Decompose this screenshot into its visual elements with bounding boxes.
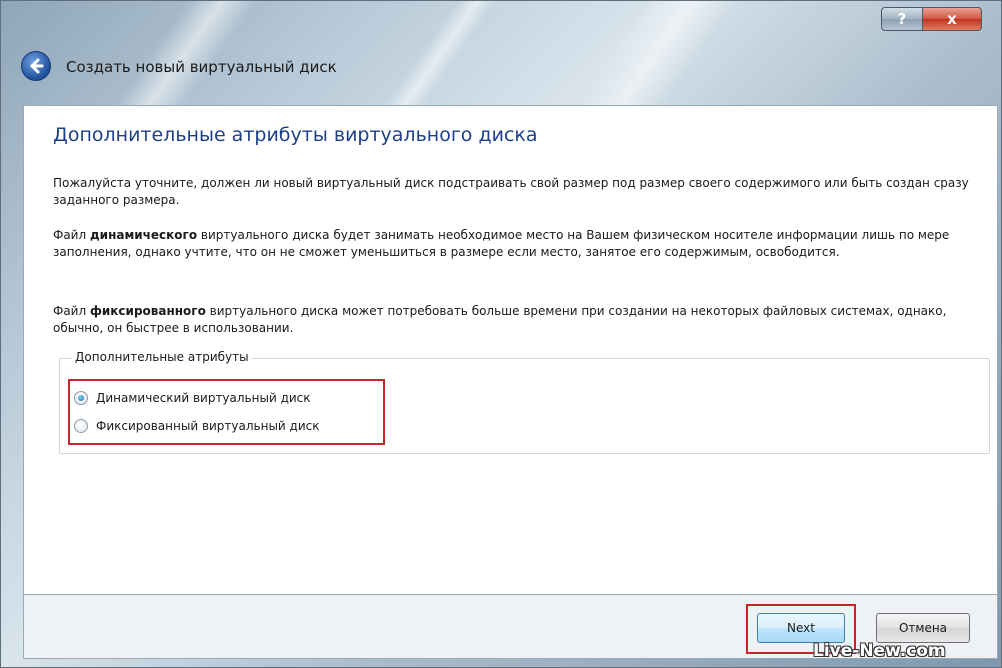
glass-streak xyxy=(384,1,498,105)
page-heading: Дополнительные атрибуты виртуального дис… xyxy=(53,124,538,146)
radio-dynamic-disk[interactable]: Динамический виртуальный диск xyxy=(74,388,311,408)
dynamic-description-paragraph: Файл динамического виртуального диска бу… xyxy=(53,227,973,261)
paragraph-text: Файл xyxy=(53,304,90,318)
glass-streak xyxy=(114,1,258,105)
radio-label-dynamic[interactable]: Динамический виртуальный диск xyxy=(96,391,311,405)
dialog-title: Создать новый виртуальный диск xyxy=(66,58,337,76)
radio-label-fixed[interactable]: Фиксированный виртуальный диск xyxy=(96,419,320,433)
close-button[interactable]: x xyxy=(922,7,982,31)
radio-selected-dot xyxy=(78,395,84,401)
dynamic-keyword: динамического xyxy=(89,228,198,242)
radio-button-selected[interactable] xyxy=(74,391,88,405)
glass-streak xyxy=(574,1,738,105)
description-paragraph: Пожалуйста уточните, должен ли новый вир… xyxy=(53,176,969,207)
title-bar: ? x Создать новый виртуальный диск xyxy=(1,1,1002,105)
fixed-description-paragraph: Файл фиксированного виртуального диска м… xyxy=(53,303,973,337)
radio-button[interactable] xyxy=(74,419,88,433)
next-button[interactable]: Next xyxy=(757,613,845,643)
back-button[interactable] xyxy=(21,51,51,81)
back-arrow-icon xyxy=(30,58,44,74)
radio-fixed-disk[interactable]: Фиксированный виртуальный диск xyxy=(74,416,320,436)
dialog-window: ? x Создать новый виртуальный диск Допол… xyxy=(0,0,1002,668)
group-label: Дополнительные атрибуты xyxy=(72,350,252,364)
cancel-button[interactable]: Отмена xyxy=(876,613,970,643)
fixed-keyword: фиксированного xyxy=(89,304,206,318)
content-panel: Дополнительные атрибуты виртуального дис… xyxy=(23,105,998,595)
watermark-logo: Live-New.com xyxy=(813,641,946,661)
help-icon: ? xyxy=(897,10,907,28)
close-icon: x xyxy=(947,10,957,28)
paragraph-text: Файл xyxy=(53,228,90,242)
help-button[interactable]: ? xyxy=(881,7,923,31)
attributes-group: Дополнительные атрибуты Динамический вир… xyxy=(59,350,990,454)
